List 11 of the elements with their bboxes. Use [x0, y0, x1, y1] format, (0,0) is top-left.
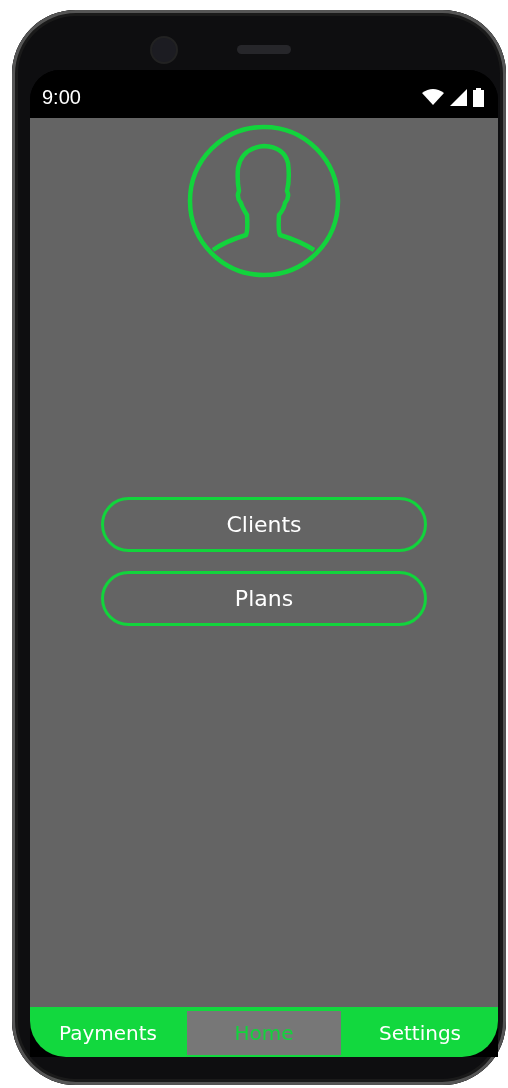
- menu-button[interactable]: Plans: [101, 571, 427, 626]
- battery-icon: [473, 87, 484, 107]
- speaker-grille: [237, 45, 291, 54]
- user-avatar-icon: [186, 123, 342, 279]
- menu-button[interactable]: Clients: [101, 497, 427, 552]
- nav-tab[interactable]: Payments: [31, 1011, 185, 1055]
- nav-tab[interactable]: Home: [187, 1011, 341, 1055]
- status-time: 9:00: [42, 85, 81, 109]
- nav-tab[interactable]: Settings: [343, 1011, 497, 1055]
- signal-icon: [450, 88, 467, 106]
- wifi-icon: [422, 89, 444, 105]
